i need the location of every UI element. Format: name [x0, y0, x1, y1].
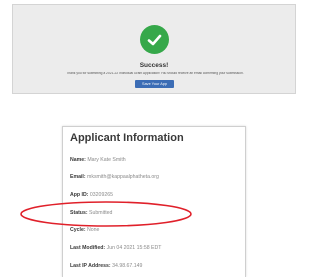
name-value: Mary Kate Smith — [87, 157, 126, 163]
cycle-field: Cycle: None — [70, 227, 100, 233]
last-modified-label: Last Modified: — [70, 245, 106, 251]
success-title: Success! — [139, 62, 169, 69]
app-id-field: App ID: 03209265 — [70, 192, 113, 198]
app-id-value: 03209265 — [89, 192, 113, 198]
cycle-value: None — [87, 227, 100, 233]
applicant-info-title: Applicant Information — [70, 132, 184, 144]
success-message: Thank you for submitting a 2021-22 Indiv… — [66, 72, 244, 75]
status-value: Submitted — [89, 210, 113, 216]
status-label: Status: — [70, 210, 88, 216]
applicant-info-card: Applicant Information Name: Mary Kate Sm… — [62, 126, 246, 277]
last-modified-field: Last Modified: Jun 04 2021 15:58 EDT — [70, 245, 162, 251]
email-value: mksmith@kappaalphatheta.org — [87, 174, 159, 180]
email-field: Email: mksmith@kappaalphatheta.org — [70, 174, 159, 180]
last-ip-label: Last IP Address: — [70, 263, 111, 269]
success-panel: Success! Thank you for submitting a 2021… — [12, 4, 296, 94]
email-label: Email: — [70, 174, 86, 180]
last-ip-value: 34.98.67.149 — [112, 263, 143, 269]
save-your-app-button[interactable]: Save Your App — [135, 80, 174, 88]
app-id-label: App ID: — [70, 192, 89, 198]
check-icon — [140, 25, 169, 54]
last-ip-field: Last IP Address: 34.98.67.149 — [70, 263, 143, 269]
status-field: Status: Submitted — [70, 210, 113, 216]
cycle-label: Cycle: — [70, 227, 86, 233]
name-field: Name: Mary Kate Smith — [70, 157, 126, 163]
name-label: Name: — [70, 157, 86, 163]
last-modified-value: Jun 04 2021 15:58 EDT — [106, 245, 162, 251]
